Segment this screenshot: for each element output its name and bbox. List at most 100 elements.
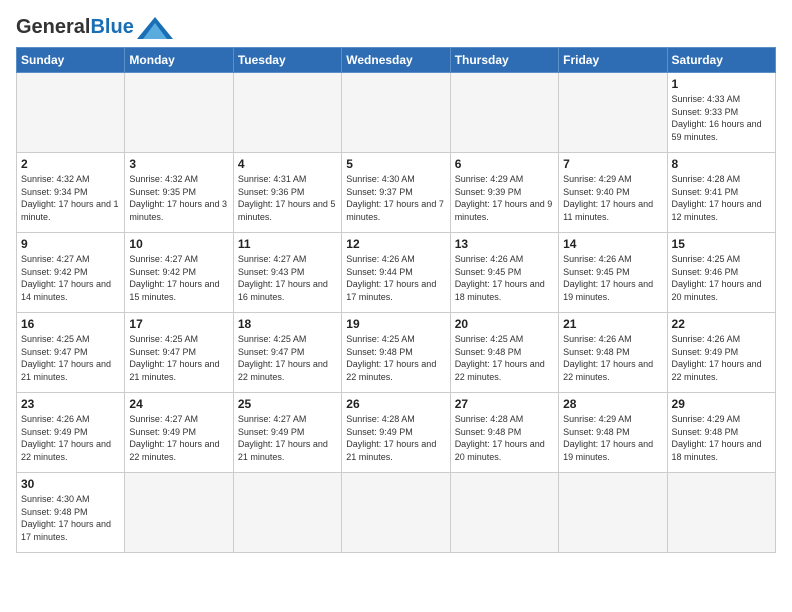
logo-general: General (16, 16, 90, 38)
calendar-week-row: 16Sunrise: 4:25 AM Sunset: 9:47 PM Dayli… (17, 313, 776, 393)
calendar-cell: 9Sunrise: 4:27 AM Sunset: 9:42 PM Daylig… (17, 233, 125, 313)
weekday-header: Thursday (450, 48, 558, 73)
calendar-cell (125, 473, 233, 553)
cell-info: Sunrise: 4:25 AM Sunset: 9:48 PM Dayligh… (455, 333, 554, 383)
weekday-header: Friday (559, 48, 667, 73)
cell-info: Sunrise: 4:26 AM Sunset: 9:49 PM Dayligh… (21, 413, 120, 463)
calendar-cell: 24 Sunrise: 4:27 AM Sunset: 9:49 PM Dayli… (125, 393, 233, 473)
cell-info: Sunrise: 4:26 AM Sunset: 9:49 PM Dayligh… (672, 333, 771, 383)
logo-blue: Blue (90, 16, 133, 38)
calendar-cell: 29 Sunrise: 4:29 AM Sunset: 9:48 PM Dayli… (667, 393, 775, 473)
weekday-header: Tuesday (233, 48, 341, 73)
day-number: 12 (346, 237, 445, 251)
calendar-cell (559, 473, 667, 553)
calendar-cell: 15Sunrise: 4:25 AM Sunset: 9:46 PM Dayli… (667, 233, 775, 313)
day-number: 4 (238, 157, 337, 171)
day-number: 5 (346, 157, 445, 171)
calendar-cell: 28 Sunrise: 4:29 AM Sunset: 9:48 PM Dayli… (559, 393, 667, 473)
logo-area: GeneralBlue (16, 16, 173, 39)
cell-info: Sunrise: 4:26 AM Sunset: 9:45 PM Dayligh… (455, 253, 554, 303)
calendar-cell: 1 Sunrise: 4:33 AM Sunset: 9:33 PM Daylig… (667, 73, 775, 153)
calendar-cell: 3 Sunrise: 4:32 AM Sunset: 9:35 PM Daylig… (125, 153, 233, 233)
day-number: 27 (455, 397, 554, 411)
cell-info: Sunrise: 4:27 AM Sunset: 9:42 PM Dayligh… (129, 253, 228, 303)
weekday-header: Monday (125, 48, 233, 73)
cell-info: Sunrise: 4:29 AM Sunset: 9:48 PM Dayligh… (563, 413, 662, 463)
page-container: GeneralBlue SundayMondayTuesdayWednesday… (16, 16, 776, 553)
calendar-cell: 19Sunrise: 4:25 AM Sunset: 9:48 PM Dayli… (342, 313, 450, 393)
day-number: 14 (563, 237, 662, 251)
calendar-cell: 2Sunrise: 4:32 AM Sunset: 9:34 PM Daylig… (17, 153, 125, 233)
cell-info: Sunrise: 4:26 AM Sunset: 9:44 PM Dayligh… (346, 253, 445, 303)
calendar-cell: 7 Sunrise: 4:29 AM Sunset: 9:40 PM Daylig… (559, 153, 667, 233)
day-number: 17 (129, 317, 228, 331)
calendar-cell: 17 Sunrise: 4:25 AM Sunset: 9:47 PM Dayli… (125, 313, 233, 393)
calendar-cell: 10 Sunrise: 4:27 AM Sunset: 9:42 PM Dayli… (125, 233, 233, 313)
day-number: 29 (672, 397, 771, 411)
day-number: 25 (238, 397, 337, 411)
day-number: 10 (129, 237, 228, 251)
day-number: 28 (563, 397, 662, 411)
day-number: 22 (672, 317, 771, 331)
calendar-cell: 4Sunrise: 4:31 AM Sunset: 9:36 PM Daylig… (233, 153, 341, 233)
calendar-week-row: 9Sunrise: 4:27 AM Sunset: 9:42 PM Daylig… (17, 233, 776, 313)
cell-info: Sunrise: 4:27 AM Sunset: 9:43 PM Dayligh… (238, 253, 337, 303)
day-number: 13 (455, 237, 554, 251)
calendar-body: 1 Sunrise: 4:33 AM Sunset: 9:33 PM Daylig… (17, 73, 776, 553)
day-number: 3 (129, 157, 228, 171)
cell-info: Sunrise: 4:25 AM Sunset: 9:47 PM Dayligh… (238, 333, 337, 383)
day-number: 26 (346, 397, 445, 411)
cell-info: Sunrise: 4:28 AM Sunset: 9:41 PM Dayligh… (672, 173, 771, 223)
day-number: 30 (21, 477, 120, 491)
cell-info: Sunrise: 4:25 AM Sunset: 9:47 PM Dayligh… (129, 333, 228, 383)
cell-info: Sunrise: 4:29 AM Sunset: 9:39 PM Dayligh… (455, 173, 554, 223)
calendar-cell: 23Sunrise: 4:26 AM Sunset: 9:49 PM Dayli… (17, 393, 125, 473)
cell-info: Sunrise: 4:29 AM Sunset: 9:40 PM Dayligh… (563, 173, 662, 223)
calendar-cell: 8 Sunrise: 4:28 AM Sunset: 9:41 PM Daylig… (667, 153, 775, 233)
day-number: 7 (563, 157, 662, 171)
calendar-cell: 26Sunrise: 4:28 AM Sunset: 9:49 PM Dayli… (342, 393, 450, 473)
cell-info: Sunrise: 4:27 AM Sunset: 9:49 PM Dayligh… (238, 413, 337, 463)
day-number: 1 (672, 77, 771, 91)
weekday-row: SundayMondayTuesdayWednesdayThursdayFrid… (17, 48, 776, 73)
calendar-week-row: 2Sunrise: 4:32 AM Sunset: 9:34 PM Daylig… (17, 153, 776, 233)
calendar-cell (233, 473, 341, 553)
cell-info: Sunrise: 4:27 AM Sunset: 9:49 PM Dayligh… (129, 413, 228, 463)
cell-info: Sunrise: 4:26 AM Sunset: 9:48 PM Dayligh… (563, 333, 662, 383)
weekday-header: Saturday (667, 48, 775, 73)
cell-info: Sunrise: 4:33 AM Sunset: 9:33 PM Dayligh… (672, 93, 771, 143)
calendar-week-row: 1 Sunrise: 4:33 AM Sunset: 9:33 PM Daylig… (17, 73, 776, 153)
calendar-cell (342, 73, 450, 153)
day-number: 18 (238, 317, 337, 331)
cell-info: Sunrise: 4:29 AM Sunset: 9:48 PM Dayligh… (672, 413, 771, 463)
calendar-table: SundayMondayTuesdayWednesdayThursdayFrid… (16, 47, 776, 553)
calendar-cell: 27 Sunrise: 4:28 AM Sunset: 9:48 PM Dayli… (450, 393, 558, 473)
cell-info: Sunrise: 4:25 AM Sunset: 9:47 PM Dayligh… (21, 333, 120, 383)
calendar-cell (233, 73, 341, 153)
calendar-cell: 11Sunrise: 4:27 AM Sunset: 9:43 PM Dayli… (233, 233, 341, 313)
calendar-cell: 21Sunrise: 4:26 AM Sunset: 9:48 PM Dayli… (559, 313, 667, 393)
logo-row: GeneralBlue (16, 16, 173, 39)
calendar-cell: 20Sunrise: 4:25 AM Sunset: 9:48 PM Dayli… (450, 313, 558, 393)
cell-info: Sunrise: 4:30 AM Sunset: 9:48 PM Dayligh… (21, 493, 120, 543)
calendar-week-row: 23Sunrise: 4:26 AM Sunset: 9:49 PM Dayli… (17, 393, 776, 473)
logo-icon (137, 17, 173, 39)
calendar-cell: 30 Sunrise: 4:30 AM Sunset: 9:48 PM Dayli… (17, 473, 125, 553)
calendar-cell: 5Sunrise: 4:30 AM Sunset: 9:37 PM Daylig… (342, 153, 450, 233)
calendar-cell: 12 Sunrise: 4:26 AM Sunset: 9:44 PM Dayli… (342, 233, 450, 313)
calendar-cell: 6Sunrise: 4:29 AM Sunset: 9:39 PM Daylig… (450, 153, 558, 233)
calendar-header: SundayMondayTuesdayWednesdayThursdayFrid… (17, 48, 776, 73)
cell-info: Sunrise: 4:32 AM Sunset: 9:35 PM Dayligh… (129, 173, 228, 223)
calendar-cell: 22 Sunrise: 4:26 AM Sunset: 9:49 PM Dayli… (667, 313, 775, 393)
cell-info: Sunrise: 4:27 AM Sunset: 9:42 PM Dayligh… (21, 253, 120, 303)
weekday-header: Wednesday (342, 48, 450, 73)
day-number: 24 (129, 397, 228, 411)
cell-info: Sunrise: 4:28 AM Sunset: 9:48 PM Dayligh… (455, 413, 554, 463)
calendar-cell: 16Sunrise: 4:25 AM Sunset: 9:47 PM Dayli… (17, 313, 125, 393)
day-number: 8 (672, 157, 771, 171)
logo-text: GeneralBlue (16, 16, 134, 39)
calendar-cell: 18 Sunrise: 4:25 AM Sunset: 9:47 PM Dayli… (233, 313, 341, 393)
calendar-cell: 13 Sunrise: 4:26 AM Sunset: 9:45 PM Dayli… (450, 233, 558, 313)
cell-info: Sunrise: 4:26 AM Sunset: 9:45 PM Dayligh… (563, 253, 662, 303)
header: GeneralBlue (16, 16, 776, 39)
